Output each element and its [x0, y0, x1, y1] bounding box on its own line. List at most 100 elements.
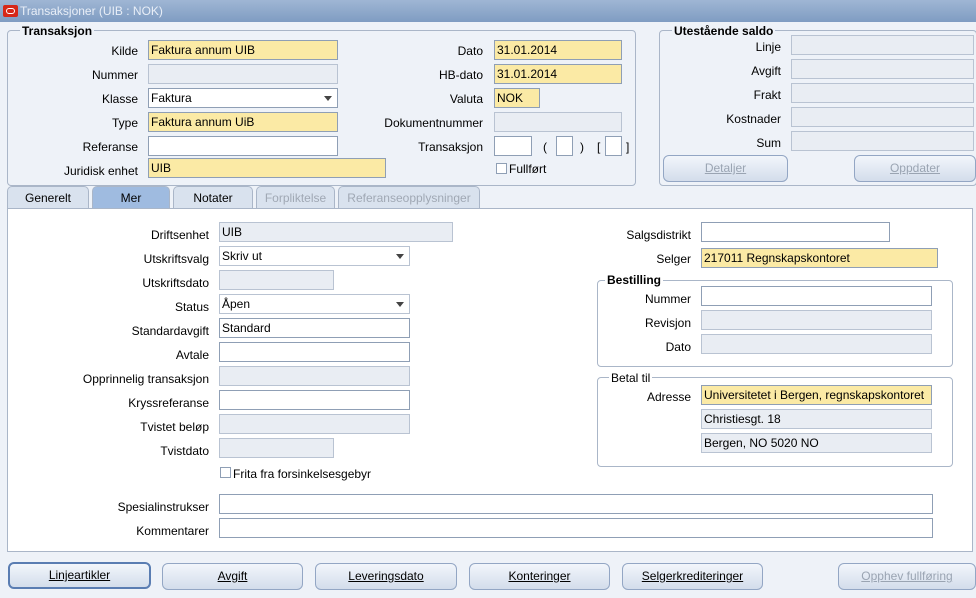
transaksjon-field-3[interactable] — [605, 136, 622, 156]
juridisk-enhet-field[interactable]: UIB — [148, 158, 386, 178]
selgerkrediteringer-button-label: Selgerkrediteringer — [641, 569, 744, 583]
bestilling-nummer-field[interactable] — [701, 286, 932, 306]
kostnader-label: Kostnader — [726, 112, 781, 126]
kilde-label: Kilde — [111, 44, 138, 58]
selgerkrediteringer-button[interactable]: Selgerkrediteringer — [622, 563, 763, 590]
transaksjon-label: Transaksjon — [418, 140, 483, 154]
linje-label: Linje — [755, 40, 781, 54]
detaljer-button[interactable]: Detaljer — [663, 155, 788, 182]
selger-label: Selger — [656, 252, 691, 266]
referanse-label: Referanse — [82, 140, 138, 154]
leveringsdato-button[interactable]: Leveringsdato — [315, 563, 457, 590]
opphev-fullforing-button[interactable]: Opphev fullføring — [838, 563, 976, 590]
nummer-label: Nummer — [91, 68, 138, 82]
detaljer-button-label: Detaljer — [704, 161, 747, 175]
klasse-dropdown[interactable]: Faktura — [148, 88, 338, 108]
juridisk-enhet-label: Juridisk enhet — [63, 164, 138, 178]
tvistdato-label: Tvistdato — [160, 444, 209, 458]
transaksjon-group-title: Transaksjon — [20, 24, 95, 38]
revisjon-label: Revisjon — [644, 316, 691, 330]
kryssreferanse-field[interactable] — [219, 390, 410, 410]
sum-label: Sum — [756, 136, 781, 150]
frakt-field[interactable] — [791, 83, 974, 103]
tvistet-belop-field[interactable] — [219, 414, 410, 434]
tab-mer[interactable]: Mer — [92, 186, 170, 208]
tab-referanseopplysninger[interactable]: Referanseopplysninger — [338, 186, 480, 208]
oppdater-button-label: Oppdater — [889, 161, 941, 175]
transaksjon-field-1[interactable] — [494, 136, 532, 156]
window-titlebar: Transaksjoner (UIB : NOK) — [0, 0, 976, 22]
bestilling-dato-label: Dato — [665, 340, 691, 354]
spesialinstrukser-field[interactable] — [219, 494, 933, 514]
tab-notater[interactable]: Notater — [173, 186, 253, 208]
avtale-field[interactable] — [219, 342, 410, 362]
salgsdistrikt-field[interactable] — [701, 222, 890, 242]
betal-til-title: Betal til — [609, 371, 653, 385]
fullfort-label: Fullført — [509, 162, 547, 176]
opprinnelig-transaksjon-label: Opprinnelig transaksjon — [82, 372, 209, 386]
opphev-fullforing-button-label: Opphev fullføring — [861, 569, 953, 583]
bracket-open: [ — [597, 140, 601, 154]
tab-forpliktelse[interactable]: Forpliktelse — [256, 186, 335, 208]
standardavgift-field[interactable]: Standard — [219, 318, 410, 338]
tvistdato-field[interactable] — [219, 438, 334, 458]
driftsenhet-label: Driftsenhet — [150, 228, 209, 242]
driftsenhet-field[interactable]: UIB — [219, 222, 453, 242]
salgsdistrikt-label: Salgsdistrikt — [626, 228, 691, 242]
tab-generelt[interactable]: Generelt — [7, 186, 89, 208]
bracket-close: ] — [626, 140, 630, 154]
dato-label: Dato — [457, 44, 483, 58]
status-dropdown[interactable]: Åpen — [219, 294, 410, 314]
avgift-field[interactable] — [791, 59, 974, 79]
adresse-line1-field[interactable]: Universitetet i Bergen, regnskapskontore… — [701, 385, 932, 405]
kommentarer-field[interactable] — [219, 518, 933, 538]
hb-dato-field[interactable]: 31.01.2014 — [494, 64, 622, 84]
valuta-label: Valuta — [449, 92, 483, 106]
dato-field[interactable]: 31.01.2014 — [494, 40, 622, 60]
adresse-line3-field[interactable]: Bergen, NO 5020 NO — [701, 433, 932, 453]
avgift-button-label: Avgift — [217, 569, 248, 583]
utskriftsdato-label: Utskriftsdato — [142, 276, 209, 290]
saldo-group-title: Utestående saldo — [672, 24, 776, 38]
utskriftsvalg-dropdown[interactable]: Skriv ut — [219, 246, 410, 266]
konteringer-button-label: Konteringer — [508, 569, 571, 583]
adresse-line2-field[interactable]: Christiesgt. 18 — [701, 409, 932, 429]
kryssreferanse-label: Kryssreferanse — [128, 396, 209, 410]
linje-field[interactable] — [791, 35, 974, 55]
type-label: Type — [111, 116, 138, 130]
avgift-label: Avgift — [751, 64, 781, 78]
utskriftsdato-field[interactable] — [219, 270, 334, 290]
bestilling-dato-field[interactable] — [701, 334, 932, 354]
linjeartikler-button[interactable]: Linjeartikler — [8, 562, 151, 589]
selger-field[interactable]: 217011 Regnskapskontoret — [701, 248, 938, 268]
oracle-logo-icon — [3, 5, 18, 17]
bestilling-nummer-label: Nummer — [644, 292, 691, 306]
spesialinstrukser-label: Spesialinstrukser — [117, 500, 209, 514]
type-field[interactable]: Faktura annum UiB — [148, 112, 338, 132]
leveringsdato-button-label: Leveringsdato — [348, 569, 424, 583]
standardavgift-label: Standardavgift — [131, 324, 209, 338]
avgift-button[interactable]: Avgift — [162, 563, 303, 590]
hb-dato-label: HB-dato — [438, 68, 483, 82]
valuta-field[interactable]: NOK — [494, 88, 540, 108]
fullfort-checkbox[interactable] — [496, 163, 507, 174]
nummer-field[interactable] — [148, 64, 338, 84]
linjeartikler-button-label: Linjeartikler — [48, 568, 111, 582]
oppdater-button[interactable]: Oppdater — [854, 155, 976, 182]
referanse-field[interactable] — [148, 136, 338, 156]
dokumentnummer-field[interactable] — [494, 112, 622, 132]
status-label: Status — [174, 300, 209, 314]
frita-checkbox[interactable] — [220, 467, 231, 478]
kilde-field[interactable]: Faktura annum UIB — [148, 40, 338, 60]
transaksjon-field-2[interactable] — [556, 136, 573, 156]
sum-field[interactable] — [791, 131, 974, 151]
kostnader-field[interactable] — [791, 107, 974, 127]
revisjon-field[interactable] — [701, 310, 932, 330]
frita-label: Frita fra forsinkelsesgebyr — [233, 467, 372, 481]
frakt-label: Frakt — [753, 88, 781, 102]
konteringer-button[interactable]: Konteringer — [469, 563, 610, 590]
paren-open-1: ( — [543, 140, 547, 154]
opprinnelig-transaksjon-field[interactable] — [219, 366, 410, 386]
utskriftsvalg-label: Utskriftsvalg — [143, 252, 209, 266]
klasse-label: Klasse — [101, 92, 138, 106]
